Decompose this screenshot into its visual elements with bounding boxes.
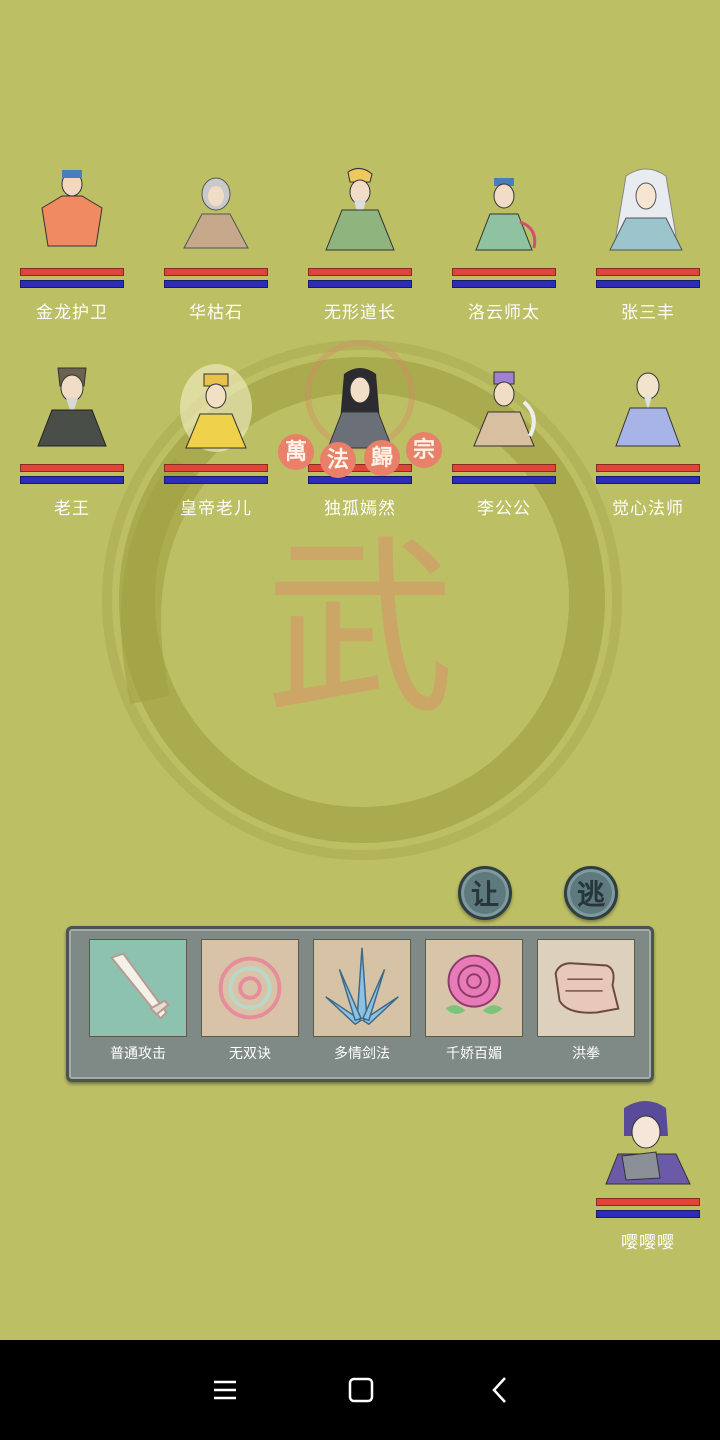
enemy-name: 皇帝老儿 — [180, 499, 252, 519]
enemy-name: 张三丰 — [621, 303, 675, 323]
enemy-card-7[interactable]: 皇帝老儿 — [164, 362, 268, 532]
mp-bar — [164, 280, 268, 288]
yield-button[interactable]: 让 — [458, 866, 512, 920]
mp-bar — [20, 476, 124, 484]
player-hp-bar — [596, 1198, 700, 1206]
skill-label: 无双诀 — [229, 1046, 271, 1062]
system-navbar — [0, 1340, 720, 1440]
long-white-hair-master-portrait — [609, 168, 683, 251]
back-icon[interactable] — [480, 1370, 520, 1410]
eunuch-portrait — [473, 371, 536, 447]
mp-bar — [596, 280, 700, 288]
banner-char-4: 宗 — [406, 432, 442, 468]
enemy-name: 华枯石 — [189, 303, 243, 323]
sword-icon — [89, 939, 187, 1037]
hp-bar — [20, 464, 124, 472]
mp-bar — [596, 476, 700, 484]
banner-char-2: 法 — [320, 442, 356, 478]
enemy-name: 金龙护卫 — [36, 303, 108, 323]
monk-portrait — [615, 372, 681, 447]
mp-bar — [452, 476, 556, 484]
menu-icon[interactable] — [205, 1370, 245, 1410]
enemy-card-3[interactable]: 无形道长 — [308, 166, 412, 336]
enemy-name: 觉心法师 — [612, 499, 684, 519]
flee-button[interactable]: 逃 — [564, 866, 618, 920]
hp-bar — [596, 464, 700, 472]
skill-duoqing-sword[interactable]: 多情剑法 — [313, 939, 411, 1062]
spiral-icon — [201, 939, 299, 1037]
skill-label: 多情剑法 — [334, 1046, 390, 1062]
mp-bar — [308, 280, 412, 288]
home-icon[interactable] — [341, 1370, 381, 1410]
hp-bar — [452, 268, 556, 276]
skill-qianjiao[interactable]: 千娇百媚 — [425, 939, 523, 1062]
enemy-card-10[interactable]: 觉心法师 — [596, 362, 700, 532]
white-haired-elder-portrait — [183, 177, 249, 249]
enemy-card-9[interactable]: 李公公 — [452, 362, 556, 532]
enemy-card-2[interactable]: 华枯石 — [164, 166, 268, 336]
skill-panel: 普通攻击 无双诀 多情剑法 千娇百媚 洪拳 — [66, 926, 654, 1082]
mp-bar — [164, 476, 268, 484]
rose-icon — [425, 939, 523, 1037]
mp-bar — [452, 280, 556, 288]
armored-guard-portrait — [41, 170, 103, 247]
enemy-name: 洛云师太 — [468, 303, 540, 323]
mp-bar — [20, 280, 124, 288]
fist-icon — [537, 939, 635, 1037]
enemy-card-5[interactable]: 张三丰 — [596, 166, 700, 336]
enemy-card-6[interactable]: 老王 — [20, 362, 124, 532]
enemy-card-1[interactable]: 金龙护卫 — [20, 166, 124, 336]
blades-icon — [313, 939, 411, 1037]
hp-bar — [452, 464, 556, 472]
background-glyph: 武 — [264, 519, 455, 740]
enemy-name: 无形道长 — [324, 303, 396, 323]
banner-char-3: 歸 — [364, 440, 400, 476]
player-card[interactable]: 嘤嘤嘤 — [596, 1096, 700, 1256]
skill-label: 普通攻击 — [110, 1046, 166, 1062]
hp-bar — [596, 268, 700, 276]
hp-bar — [164, 464, 268, 472]
nun-portrait — [475, 178, 537, 251]
enemy-name: 独孤嫣然 — [324, 499, 396, 519]
enemy-name: 老王 — [54, 499, 90, 519]
player-name: 嘤嘤嘤 — [621, 1233, 675, 1253]
emperor-portrait — [180, 364, 252, 452]
enemy-name: 李公公 — [477, 499, 531, 519]
player-mp-bar — [596, 1210, 700, 1218]
skill-label: 千娇百媚 — [446, 1046, 502, 1062]
banner-char-1: 萬 — [278, 434, 314, 470]
hp-bar — [164, 268, 268, 276]
player-portrait — [605, 1101, 691, 1185]
hp-bar — [20, 268, 124, 276]
skill-hongquan[interactable]: 洪拳 — [537, 939, 635, 1062]
enemy-card-4[interactable]: 洛云师太 — [452, 166, 556, 336]
skill-label: 洪拳 — [572, 1046, 600, 1062]
skill-banner: 萬 法 歸 宗 — [278, 428, 448, 480]
skill-wushuang[interactable]: 无双诀 — [201, 939, 299, 1062]
hp-bar — [308, 268, 412, 276]
taoist-priest-portrait — [325, 168, 395, 251]
old-wang-portrait — [37, 367, 107, 447]
skill-normal-attack[interactable]: 普通攻击 — [89, 939, 187, 1062]
